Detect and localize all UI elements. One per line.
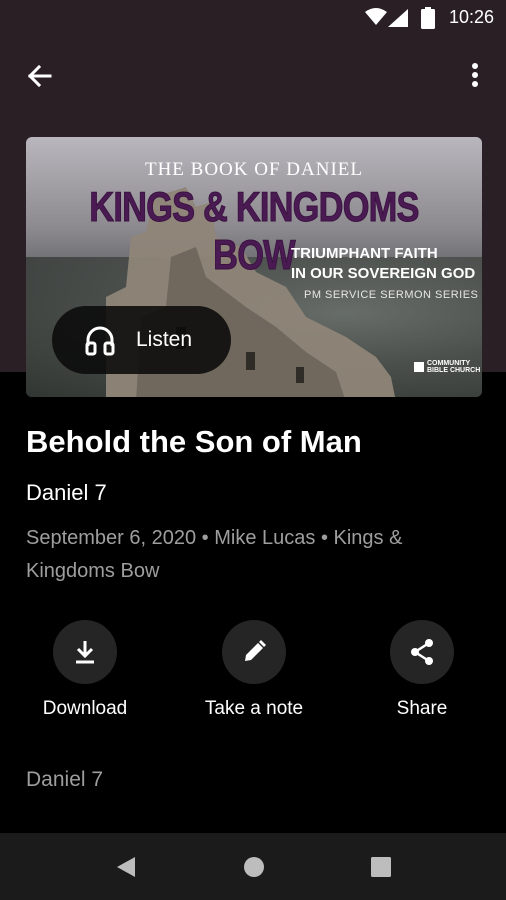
share-button[interactable]: Share: [357, 620, 487, 720]
more-options-button[interactable]: [460, 58, 490, 94]
church-logo-line2: BIBLE CHURCH: [427, 367, 481, 374]
sermon-title: Behold the Son of Man: [26, 424, 362, 459]
section-heading: Daniel 7: [26, 768, 104, 791]
church-logo-line1: COMMUNITY: [427, 360, 471, 367]
triangle-back-icon[interactable]: [113, 855, 137, 879]
back-button[interactable]: [22, 58, 58, 94]
arrow-left-icon: [27, 64, 52, 88]
sermon-meta: September 6, 2020 • Mike Lucas • Kings &…: [26, 527, 403, 582]
share-label: Share: [396, 698, 448, 719]
status-time: 10:26: [448, 7, 494, 27]
square-recents-icon[interactable]: [369, 855, 393, 879]
take-note-label: Take a note: [204, 698, 304, 719]
circle-home-icon[interactable]: [242, 855, 266, 879]
download-circle[interactable]: [53, 620, 117, 684]
status-bar: 10:26: [0, 0, 506, 36]
artwork-series-line: PM SERVICE SERMON SERIES: [304, 289, 479, 301]
wifi-icon: [365, 8, 387, 25]
listen-label: Listen: [136, 328, 193, 351]
take-note-circle[interactable]: [222, 620, 286, 684]
artwork-subtitle-line1: TRIUMPHANT FAITH: [291, 245, 438, 262]
share-icon: [411, 639, 433, 665]
church-logo: COMMUNITY BIBLE CHURCH: [414, 360, 480, 374]
battery-icon: [421, 7, 435, 29]
church-logo-mark: [414, 362, 424, 372]
download-label: Download: [42, 698, 128, 719]
sermon-scripture: Daniel 7: [26, 480, 107, 505]
more-vertical-icon: [472, 63, 478, 87]
headphones-icon: [85, 326, 115, 356]
artwork-subtitle-line2: IN OUR SOVEREIGN GOD: [291, 265, 476, 282]
share-circle[interactable]: [390, 620, 454, 684]
system-nav-bar: [0, 833, 506, 900]
download-icon: [76, 641, 94, 664]
download-button[interactable]: Download: [20, 620, 150, 720]
pencil-icon: [245, 640, 266, 661]
signal-icon: [388, 9, 408, 27]
listen-button[interactable]: Listen: [52, 306, 231, 374]
artwork-kicker: THE BOOK OF DANIEL: [144, 159, 363, 180]
take-note-button[interactable]: Take a note: [189, 620, 319, 720]
